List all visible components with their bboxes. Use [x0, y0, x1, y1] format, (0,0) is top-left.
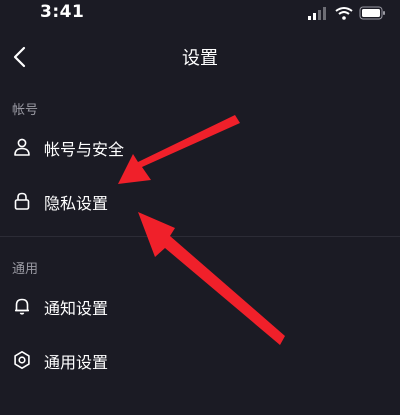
status-time: 3:41 — [40, 2, 85, 22]
settings-item-label: 帐号与安全 — [44, 140, 125, 159]
battery-icon — [359, 6, 385, 20]
section-divider — [0, 236, 400, 237]
settings-item-label: 通用设置 — [44, 353, 109, 372]
lock-icon — [14, 192, 30, 210]
cellular-signal-icon — [308, 7, 326, 20]
settings-item-label: 隐私设置 — [44, 194, 109, 213]
settings-item-label: 通知设置 — [44, 299, 109, 318]
settings-item-account-security[interactable]: 帐号与安全 — [0, 124, 400, 170]
settings-item-privacy[interactable]: 隐私设置 — [0, 178, 400, 224]
gear-icon — [14, 351, 30, 369]
page-title: 设置 — [182, 48, 218, 69]
settings-item-notifications[interactable]: 通知设置 — [0, 283, 400, 329]
section-header-account: 帐号 — [12, 103, 39, 118]
status-icons — [308, 6, 385, 20]
settings-item-general[interactable]: 通用设置 — [0, 337, 400, 383]
section-header-general: 通用 — [12, 262, 39, 277]
status-bar: 3:41 — [0, 0, 400, 26]
bell-icon — [15, 298, 29, 315]
wifi-icon — [335, 7, 353, 20]
person-icon — [14, 138, 30, 156]
nav-bar: 设置 — [0, 30, 400, 82]
